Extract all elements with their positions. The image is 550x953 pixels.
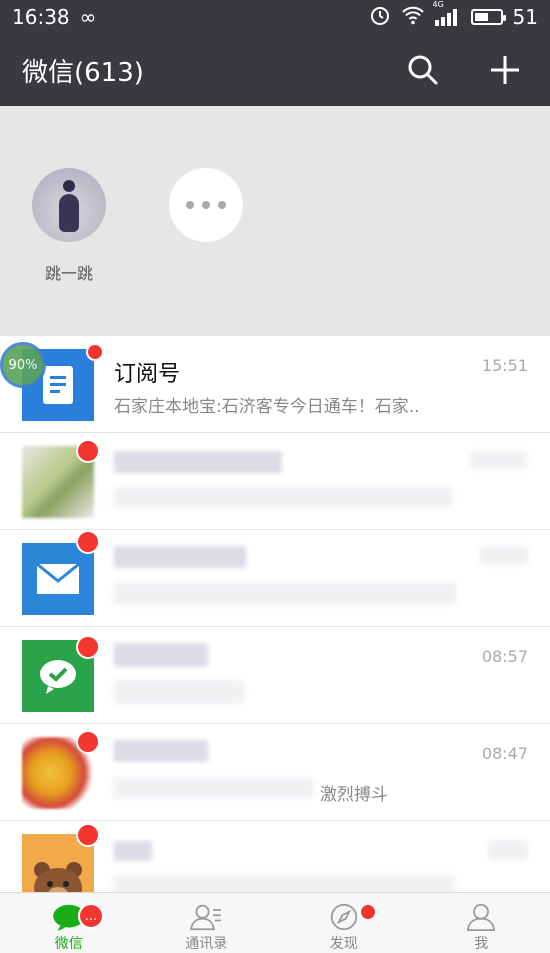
more-icon: [169, 168, 243, 242]
chat-time: 15:51: [481, 356, 528, 375]
blurred-name: [114, 546, 246, 568]
chat-preview: 石家庄本地宝:石济客专今日通车！石家..: [114, 397, 420, 417]
blurred-preview: [114, 681, 244, 703]
tab-discover[interactable]: 发现: [275, 893, 413, 953]
blurred-time: [488, 841, 528, 859]
tab-chats[interactable]: ... 微信: [0, 893, 138, 953]
chat-list: 90% 订阅号 石家庄本地宝:石济客专今日通车！石家.. 15:51 08:57: [0, 336, 550, 892]
blurred-name: [114, 643, 208, 667]
chat-time: 08:47: [481, 744, 528, 763]
chat-row[interactable]: 激烈搏斗 08:47: [0, 724, 550, 821]
battery-icon: [470, 9, 506, 25]
tab-badge: ...: [78, 903, 104, 929]
plus-icon: [491, 56, 519, 84]
blurred-time: [480, 546, 528, 564]
signal-icon: 4G: [433, 0, 461, 26]
tab-contacts[interactable]: 通讯录: [138, 893, 276, 953]
mini-program-jump[interactable]: 跳一跳: [32, 168, 106, 284]
chat-time: 08:57: [481, 647, 528, 666]
compass-icon: [330, 903, 357, 931]
alarm-icon: [369, 4, 391, 31]
chat-row-subscriptions[interactable]: 90% 订阅号 石家庄本地宝:石济客专今日通车！石家.. 15:51: [0, 336, 550, 433]
search-button[interactable]: [400, 47, 446, 93]
search-icon: [408, 55, 438, 85]
unread-dot: [76, 730, 100, 754]
tab-unread-dot: [359, 903, 377, 921]
blurred-preview: [114, 875, 454, 892]
tab-label: 发现: [329, 936, 358, 952]
app-header: 微信(613): [0, 34, 550, 106]
blurred-preview: [114, 582, 456, 604]
mini-programs-panel: 跳一跳: [0, 106, 550, 336]
me-icon: [467, 903, 496, 931]
infinity-icon: ∞: [79, 5, 97, 29]
blurred-name: [114, 451, 282, 473]
blurred-name: [114, 740, 208, 762]
unread-dot: [76, 439, 100, 463]
tab-label: 我: [474, 936, 489, 952]
wifi-icon: [401, 5, 425, 30]
battery-level: 51: [512, 5, 538, 29]
chat-row[interactable]: 08:57: [0, 627, 550, 724]
tab-label: 微信: [54, 936, 83, 952]
blurred-time: [470, 451, 526, 469]
blurred-preview: [114, 778, 314, 798]
contacts-icon: [190, 904, 222, 931]
unread-dot: [76, 530, 100, 554]
tab-label: 通讯录: [185, 936, 228, 952]
mail-icon: [22, 543, 94, 615]
blurred-preview: [114, 487, 452, 507]
network-type: 4G: [432, 0, 444, 9]
mini-program-more[interactable]: [169, 168, 243, 242]
status-time: 16:38: [12, 5, 70, 29]
blurred-name: [114, 841, 152, 861]
mini-program-label: 跳一跳: [44, 264, 93, 283]
chat-row[interactable]: [0, 530, 550, 627]
unread-dot: [86, 343, 104, 361]
tab-me[interactable]: 我: [413, 893, 550, 953]
jump-game-icon: [32, 168, 106, 242]
tab-bar: ... 微信 通讯录 发现 我: [0, 892, 550, 953]
unread-dot: [76, 823, 100, 847]
chat-name: 订阅号: [114, 362, 181, 387]
unread-dot: [76, 635, 100, 659]
progress-indicator: 90%: [0, 342, 46, 388]
page-title: 微信(613): [22, 57, 144, 88]
chat-row[interactable]: [0, 821, 550, 892]
chat-row[interactable]: [0, 433, 550, 530]
chat-preview: 激烈搏斗: [320, 785, 388, 805]
add-button[interactable]: [482, 47, 528, 93]
status-bar: 16:38 ∞ 4G 51: [0, 0, 550, 34]
